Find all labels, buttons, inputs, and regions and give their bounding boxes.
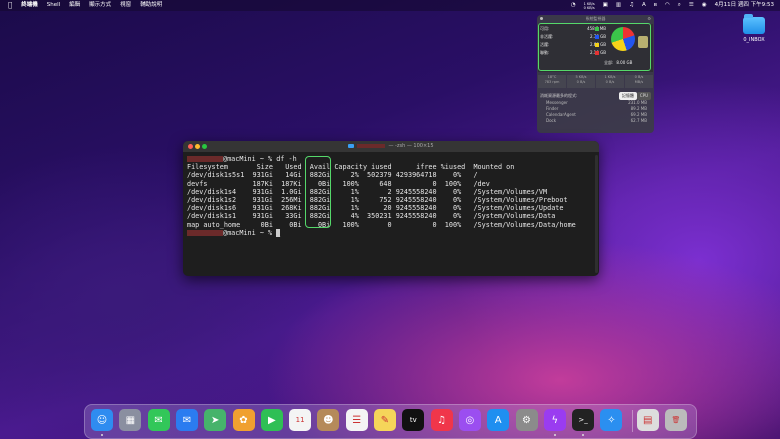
search-icon[interactable]: ⌕ — [678, 0, 681, 11]
messages-icon[interactable]: ✉ — [147, 409, 170, 431]
running-indicator — [582, 434, 585, 436]
desktop-folder-label: 0_INBOX — [743, 37, 765, 43]
top-processes: 消耗資源最多的程式: 記憶體 CPU Messenger 231.0 MB Fin… — [538, 92, 653, 124]
terminal-titlebar[interactable]: — -zsh — 100×15 — [183, 141, 599, 152]
mail-icon[interactable]: ✉ — [175, 409, 198, 431]
folder-icon — [348, 143, 355, 148]
table-row: /dev/disk1s5s1 931Gi 14Gi 882Gi 2% 50237… — [187, 171, 478, 180]
table-row: map auto_home 0Bi 0Bi 0Bi 100% 0 0 100% … — [187, 220, 576, 229]
menu-bar:  終端機 Shell 編輯 顯示方式 視窗 輔助說明 ◔ 1 KB/s0 KB… — [0, 0, 780, 11]
wifi-icon[interactable]: ◠ — [665, 0, 670, 11]
finder-icon[interactable]: ☺ — [91, 409, 113, 431]
prompt: @macMini ~ % — [223, 155, 273, 163]
contacts-icon[interactable]: ☻ — [317, 409, 340, 431]
system-preferences-icon[interactable]: ⚙ — [515, 409, 538, 431]
widget-titlebar: 系統監視器 ⚙ — [537, 15, 654, 22]
calendar-icon[interactable]: 11 — [289, 409, 312, 431]
preview-icon[interactable]: ▤ — [636, 409, 659, 431]
df-header: Filesystem Size Used Avail Capacity iuse… — [187, 163, 515, 172]
graph-cpu-temp: 18°C 783 rpm — [538, 75, 566, 88]
terminal-output[interactable]: @macMini ~ % df -h Filesystem Size Used … — [187, 155, 595, 237]
list-item: Dock 62.7 MB — [546, 118, 647, 123]
input-source-icon[interactable]: A — [642, 0, 646, 11]
siri-icon[interactable]: ◉ — [702, 0, 707, 11]
menu-help[interactable]: 輔助說明 — [140, 0, 162, 11]
terminal-window[interactable]: — -zsh — 100×15 @macMini ~ % df -h Files… — [183, 141, 599, 276]
running-indicator — [101, 434, 103, 436]
graph-disk: 5 KB/s 0 B/s — [567, 75, 595, 88]
graph-io: 0 B/s MB/s — [625, 75, 653, 88]
control-icon[interactable]: ▣ — [603, 0, 608, 11]
table-row: /dev/disk1s2 931Gi 256Mi 882Gi 1% 752 92… — [187, 196, 568, 205]
menu-shell[interactable]: Shell — [47, 0, 60, 11]
terminal-icon[interactable]: >_ — [572, 409, 595, 431]
prompt: @macMini ~ % — [223, 228, 273, 237]
memory-section: 可用:458.3 MB 非活躍:2.78 GB 活躍:2.68 GB 聯動:2.… — [538, 23, 653, 72]
gear-icon[interactable]: ⚙ — [647, 15, 651, 22]
running-indicator — [553, 434, 556, 436]
table-row: devfs 187Ki 187Ki 0Bi 100% 648 0 100% /d… — [187, 179, 490, 188]
safari-icon[interactable]: ✧ — [600, 409, 623, 431]
network-speed[interactable]: 1 KB/s 0 KB/s — [584, 2, 595, 10]
scrollbar[interactable] — [595, 155, 598, 273]
desktop-folder[interactable]: 0_INBOX — [742, 14, 766, 43]
avail-highlight-box — [305, 156, 331, 228]
terminal-title: — -zsh — 100×15 — [183, 141, 599, 152]
close-icon[interactable] — [540, 17, 543, 20]
table-row: /dev/disk1s1 931Gi 33Gi 882Gi 4% 350231 … — [187, 212, 556, 221]
menu-clock[interactable]: 4月11日 週四 下午9:53 — [715, 0, 774, 11]
text-cursor: _ — [276, 228, 281, 237]
maps-icon[interactable]: ➤ — [204, 409, 227, 431]
facetime-icon[interactable]: ▶ — [260, 409, 283, 431]
widget-title: 系統監視器 — [585, 16, 606, 21]
trash-icon[interactable]: 🗑 — [665, 409, 687, 431]
dock-separator — [632, 410, 633, 432]
launchpad-icon[interactable]: ▦ — [119, 409, 142, 431]
menu-window[interactable]: 視窗 — [120, 0, 131, 11]
redacted-user — [187, 156, 223, 162]
graph-net: 1 KB/s 0 B/s — [596, 75, 624, 88]
redacted-user — [357, 143, 386, 148]
folder-icon — [743, 14, 765, 34]
memory-status-icon[interactable]: ▥ — [616, 0, 621, 11]
tab-cpu[interactable]: CPU — [636, 92, 651, 100]
command: df -h — [276, 155, 297, 163]
tab-memory[interactable]: 記憶體 — [618, 92, 637, 100]
dock: ☺ ▦ ✉ ✉ ➤ ✿ ▶ 11 ☻ ☰ ✎ tv ♫ ◎ A ⚙ ϟ >_ ✧ ▤ 🗑 — [84, 404, 697, 439]
activity-graphs: 18°C 783 rpm 5 KB/s 0 B/s 1 KB/s 0 B/s 0 B/… — [538, 75, 653, 88]
system-monitor-widget[interactable]: 系統監視器 ⚙ 可用:458.3 MB 非活躍:2.78 GB 活躍:2.68 … — [537, 15, 654, 133]
headphones-icon[interactable]: ♫ — [629, 0, 634, 11]
music-icon[interactable]: ♫ — [430, 409, 453, 431]
podcasts-icon[interactable]: ◎ — [458, 409, 481, 431]
menu-app-name[interactable]: 終端機 — [21, 0, 38, 11]
redacted-user — [187, 229, 223, 236]
bluetooth-icon[interactable]: ʙ — [654, 0, 657, 11]
notes-icon[interactable]: ✎ — [374, 409, 396, 431]
highlight-box — [538, 23, 651, 71]
reminders-icon[interactable]: ☰ — [345, 409, 368, 431]
app-store-icon[interactable]: A — [487, 409, 510, 431]
table-row: /dev/disk1s6 931Gi 268Ki 882Gi 1% 20 924… — [187, 204, 564, 213]
photos-icon[interactable]: ✿ — [232, 409, 255, 431]
control-center-icon[interactable]: ☰ — [689, 0, 694, 11]
menu-edit[interactable]: 編輯 — [69, 0, 80, 11]
messenger-icon[interactable]: ϟ — [543, 409, 566, 431]
clock-status-icon[interactable]: ◔ — [571, 0, 576, 11]
tv-icon[interactable]: tv — [402, 409, 425, 431]
menu-view[interactable]: 顯示方式 — [89, 0, 111, 11]
top-processes-header: 消耗資源最多的程式: — [540, 93, 578, 98]
apple-menu-icon[interactable]:  — [8, 0, 12, 11]
table-row: /dev/disk1s4 931Gi 1.0Gi 882Gi 1% 2 9245… — [187, 187, 548, 196]
